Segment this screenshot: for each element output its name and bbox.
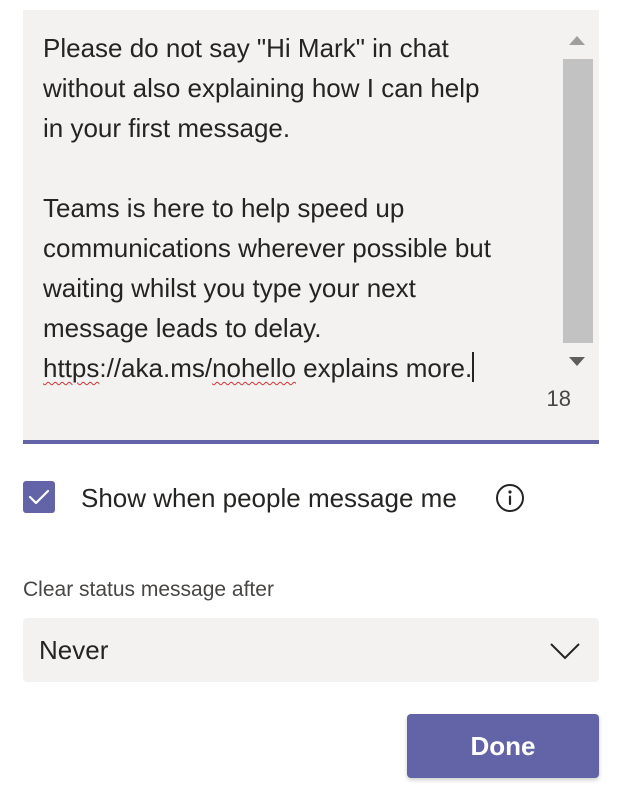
text-caret bbox=[472, 352, 475, 382]
chevron-down-icon bbox=[550, 643, 580, 660]
status-line-8-rest: explains more. bbox=[295, 353, 473, 383]
scroll-down-arrow-icon[interactable] bbox=[569, 357, 585, 366]
set-status-message-panel: Please do not say "Hi Mark" in chat with… bbox=[0, 0, 626, 798]
show-when-messaged-checkbox[interactable] bbox=[23, 481, 55, 513]
status-line-6: waiting whilst you type your next bbox=[43, 273, 416, 303]
textarea-focus-underline bbox=[23, 440, 599, 444]
status-message-text[interactable]: Please do not say "Hi Mark" in chat with… bbox=[43, 28, 553, 388]
checkmark-icon bbox=[28, 489, 50, 505]
spelling-error-https: https bbox=[43, 353, 100, 383]
clear-status-label: Clear status message after bbox=[23, 578, 274, 601]
scroll-thumb[interactable] bbox=[563, 59, 593, 343]
textarea-scrollbar[interactable] bbox=[563, 32, 593, 382]
status-line-5: communications wherever possible but bbox=[43, 233, 491, 263]
status-message-textarea[interactable]: Please do not say "Hi Mark" in chat with… bbox=[23, 10, 599, 440]
status-line-2: without also explaining how I can help bbox=[43, 73, 480, 103]
status-line-3: in your first message. bbox=[43, 113, 291, 143]
done-button[interactable]: Done bbox=[407, 714, 599, 778]
status-line-7: message leads to delay. bbox=[43, 313, 322, 343]
show-when-messaged-label[interactable]: Show when people message me bbox=[81, 482, 457, 514]
clear-status-dropdown[interactable]: Never bbox=[23, 618, 599, 682]
status-line-1: Please do not say "Hi Mark" in chat bbox=[43, 33, 449, 63]
status-link-middle: ://aka.ms/ bbox=[99, 353, 213, 383]
scroll-up-arrow-icon[interactable] bbox=[569, 36, 585, 45]
clear-status-selected-value: Never bbox=[39, 635, 109, 665]
info-icon[interactable] bbox=[495, 483, 525, 513]
remaining-character-count: 18 bbox=[546, 386, 571, 411]
status-line-4: Teams is here to help speed up bbox=[43, 193, 405, 223]
spelling-error-nohello: nohello bbox=[212, 353, 296, 383]
